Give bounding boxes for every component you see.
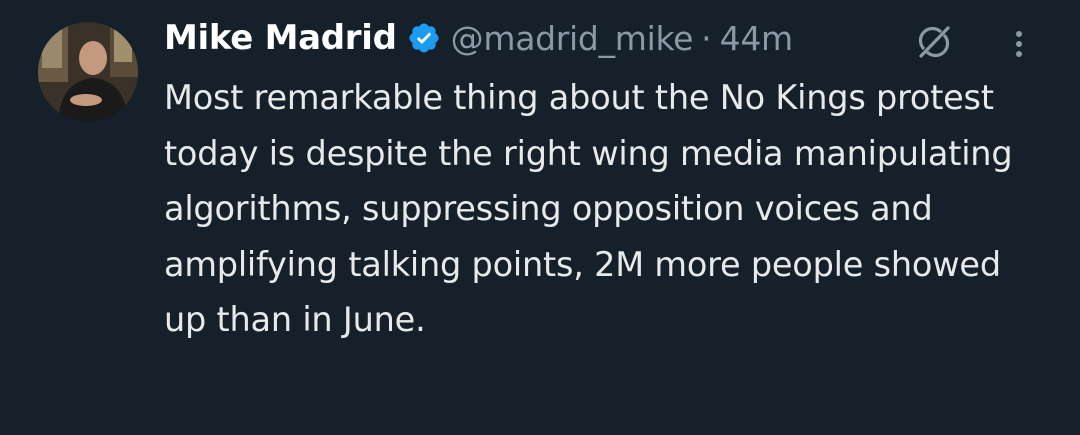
tweet-text: Most remarkable thing about the No Kings… xyxy=(164,78,1013,340)
verified-badge-icon xyxy=(407,21,441,55)
tweet[interactable]: Mike Madrid @madrid_mike · 44m Most rema… xyxy=(0,0,1080,435)
author-name[interactable]: Mike Madrid xyxy=(164,18,397,58)
grok-icon[interactable] xyxy=(914,22,954,62)
separator-dot: · xyxy=(701,18,712,58)
tweet-time[interactable]: 44m xyxy=(720,19,794,58)
tweet-content: Mike Madrid @madrid_mike · 44m Most rema… xyxy=(164,14,1060,348)
avatar[interactable] xyxy=(38,22,138,122)
more-options-icon[interactable] xyxy=(1004,24,1034,64)
author-handle[interactable]: @madrid_mike xyxy=(451,19,694,58)
